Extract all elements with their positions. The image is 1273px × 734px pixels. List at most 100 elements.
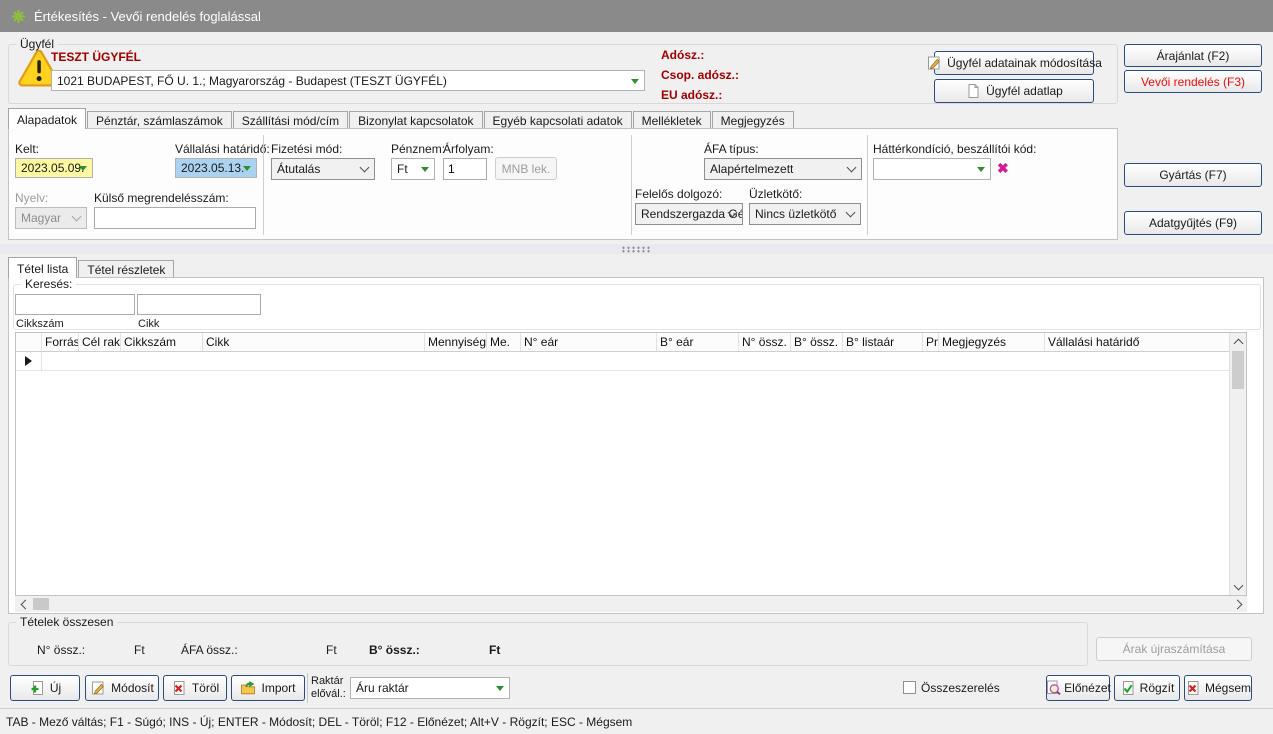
search-group-label: Keresés:	[21, 277, 76, 291]
table-header-0[interactable]: Forrás	[42, 333, 79, 351]
save-button-label: Rögzít	[1140, 681, 1175, 695]
table-header-8[interactable]: N° össz.	[739, 333, 791, 351]
language-label: Nyelv:	[15, 191, 48, 205]
table-header-13[interactable]: Vállalási határidő	[1045, 333, 1231, 351]
assembly-checkbox[interactable]	[903, 681, 916, 694]
save-icon	[1120, 680, 1136, 696]
main-tab-4[interactable]: Egyéb kapcsolati adatok	[484, 111, 632, 128]
recalculate-prices-label: Árak újraszámítása	[1123, 642, 1226, 656]
payment-combo[interactable]: Átutalás	[271, 158, 375, 180]
date-label: Kelt:	[15, 142, 39, 156]
search-item-number-input[interactable]	[15, 294, 135, 315]
cancel-button-label: Mégsem	[1205, 681, 1251, 695]
window-title: Értékesítés - Vevői rendelés foglalással	[34, 9, 261, 24]
table-header-7[interactable]: B° eár	[657, 333, 739, 351]
preview-button[interactable]: Előnézet	[1046, 675, 1110, 701]
background-condition-combo[interactable]	[873, 158, 991, 180]
main-tab-0[interactable]: Alapadatok	[8, 108, 86, 129]
preview-button-label: Előnézet	[1064, 681, 1111, 695]
main-tabstrip: AlapadatokPénztár, számlaszámokSzállítás…	[8, 106, 795, 128]
vat-type-combo[interactable]: Alapértelmezett	[704, 158, 862, 180]
horizontal-scroll-thumb[interactable]	[33, 598, 49, 610]
scroll-down-button[interactable]	[1230, 578, 1247, 595]
table-header-4[interactable]: Mennyiség	[425, 333, 487, 351]
new-icon	[29, 680, 45, 696]
language-dropdown-icon	[72, 212, 82, 222]
language-combo: Magyar	[15, 207, 87, 229]
detail-tab-0[interactable]: Tétel lista	[8, 257, 77, 278]
import-button-label: Import	[261, 681, 295, 695]
customer-datasheet-button[interactable]: Ügyfél adatlap	[934, 79, 1094, 103]
splitter[interactable]	[0, 244, 1273, 254]
horizontal-scrollbar[interactable]	[15, 596, 1247, 612]
table-header-9[interactable]: B° össz.	[791, 333, 843, 351]
responsible-combo[interactable]: Rendszergazda Gé	[635, 203, 743, 225]
new-button-label: Új	[50, 681, 61, 695]
cancel-icon	[1185, 680, 1201, 696]
table-header-12[interactable]: Megjegyzés	[939, 333, 1045, 351]
date-picker[interactable]: 2023.05.09.	[15, 158, 93, 178]
table-corner-cell	[16, 333, 42, 351]
row-indicator-icon	[25, 356, 32, 366]
main-tab-2[interactable]: Szállítási mód/cím	[233, 111, 348, 128]
main-tab-3[interactable]: Bizonylat kapcsolatok	[349, 111, 482, 128]
table-header-3[interactable]: Cikk	[203, 333, 425, 351]
scroll-left-button[interactable]	[15, 596, 32, 613]
external-order-input[interactable]	[94, 207, 256, 229]
rate-input[interactable]	[443, 158, 487, 180]
table-header-11[interactable]: Pn.	[923, 333, 939, 351]
main-tab-5[interactable]: Mellékletek	[633, 111, 711, 128]
vertical-scroll-thumb[interactable]	[1232, 351, 1244, 389]
table-header-1[interactable]: Cél raktár	[79, 333, 121, 351]
production-button[interactable]: Gyártás (F7)	[1124, 163, 1262, 187]
table-header-6[interactable]: N° eár	[521, 333, 657, 351]
customer-address-combo[interactable]: 1021 BUDAPEST, FŐ U. 1.; Magyarország - …	[51, 70, 645, 91]
detail-tab-1[interactable]: Tétel részletek	[78, 260, 174, 277]
import-button[interactable]: Import	[231, 675, 305, 701]
preview-icon	[1045, 680, 1061, 696]
data-collection-button-label: Adatgyűjtés (F9)	[1149, 216, 1237, 230]
cancel-button[interactable]: Mégsem	[1184, 675, 1252, 701]
main-tab-6[interactable]: Megjegyzés	[712, 111, 794, 128]
table-row[interactable]	[16, 352, 1231, 371]
currency-combo[interactable]: Ft	[391, 158, 435, 180]
customer-address-value: 1021 BUDAPEST, FŐ U. 1.; Magyarország - …	[57, 74, 447, 88]
data-collection-button[interactable]: Adatgyűjtés (F9)	[1124, 211, 1262, 235]
mnb-button: MNB lek.	[495, 157, 557, 180]
window-titlebar[interactable]: Értékesítés - Vevői rendelés foglalással	[0, 0, 1273, 32]
agent-value: Nincs üzletkötő	[755, 207, 836, 221]
save-button[interactable]: Rögzít	[1114, 675, 1180, 701]
search-item-input[interactable]	[137, 294, 261, 315]
table-header-10[interactable]: B° listaár	[843, 333, 923, 351]
customer-modify-button[interactable]: Ügyfél adatainak módosítása	[934, 51, 1094, 75]
totals-group: Tételek összesen N° össz.: Ft ÁFA össz.:…	[8, 622, 1088, 666]
quote-button-label: Árajánlat (F2)	[1157, 49, 1230, 63]
scroll-right-icon	[1232, 600, 1242, 610]
edit-icon	[926, 55, 942, 71]
production-button-label: Gyártás (F7)	[1159, 168, 1226, 182]
scroll-up-button[interactable]	[1230, 333, 1247, 350]
payment-label: Fizetési mód:	[271, 142, 342, 156]
customer-order-button[interactable]: Vevői rendelés (F3)	[1124, 70, 1262, 93]
warehouse-value: Áru raktár	[356, 681, 409, 695]
table-header-5[interactable]: Me.	[487, 333, 521, 351]
customer-group: Ügyfél TESZT ÜGYFÉL 1021 BUDAPEST, FŐ U.…	[8, 44, 1118, 104]
warehouse-combo[interactable]: Áru raktár	[350, 677, 510, 699]
new-button[interactable]: Új	[10, 675, 80, 701]
agent-combo[interactable]: Nincs üzletkötő	[749, 203, 861, 225]
quote-button[interactable]: Árajánlat (F2)	[1124, 44, 1262, 67]
main-tab-1[interactable]: Pénztár, számlaszámok	[87, 111, 232, 128]
scroll-right-button[interactable]	[1230, 596, 1247, 613]
delete-button[interactable]: Töröl	[163, 675, 227, 701]
scroll-left-icon	[20, 600, 30, 610]
vertical-scrollbar[interactable]	[1229, 333, 1246, 595]
detail-tabstrip: Tétel listaTétel részletek	[8, 256, 175, 277]
status-bar-text: TAB - Mező váltás; F1 - Súgó; INS - Új; …	[6, 715, 632, 729]
modify-button[interactable]: Módosít	[85, 675, 159, 701]
vat-type-label: ÁFA típus:	[704, 142, 759, 156]
agent-dropdown-icon	[846, 208, 856, 218]
table-header-2[interactable]: Cikkszám	[121, 333, 203, 351]
gross-total-label: B° össz.:	[369, 643, 420, 657]
background-condition-clear-icon[interactable]: ✖	[997, 161, 1009, 175]
deadline-picker[interactable]: 2023.05.13.	[175, 158, 257, 178]
